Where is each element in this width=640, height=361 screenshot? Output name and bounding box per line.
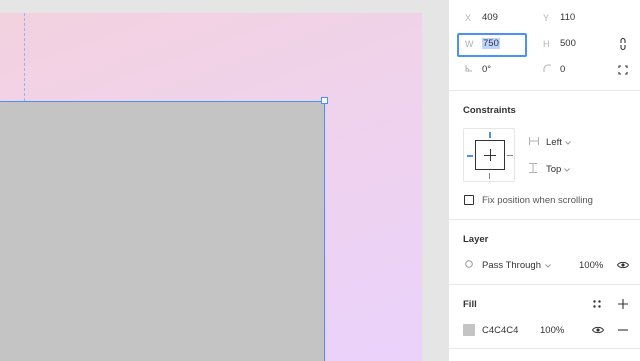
design-canvas[interactable] [0,0,448,361]
h-label: H [543,38,550,49]
width-field[interactable]: W 750 [465,38,500,49]
remove-fill-icon[interactable] [615,322,631,338]
w-label: W [465,38,474,49]
fill-color-hex[interactable]: C4C4C4 [482,325,518,336]
fix-position-checkbox[interactable] [464,195,474,205]
y-value[interactable]: 110 [560,12,575,23]
blend-mode-value[interactable]: Pass Through [482,260,541,271]
fill-opacity-value[interactable]: 100% [540,325,564,336]
fix-position-row[interactable]: Fix position when scrolling [482,195,593,206]
width-value[interactable]: 750 [482,38,500,49]
blend-mode-icon [465,260,482,271]
divider [449,219,640,220]
divider [449,90,640,91]
rotation-field[interactable]: 0° [465,64,491,75]
resize-handle-top-right[interactable] [321,97,328,104]
layer-opacity-value[interactable]: 100% [579,260,603,271]
constraints-widget[interactable] [463,128,515,182]
divider [449,284,640,285]
fill-color-swatch[interactable] [463,324,475,336]
constraint-right-indicator[interactable] [507,155,513,156]
vertical-guide [24,13,25,101]
x-label: X [465,12,472,23]
fix-position-label: Fix position when scrolling [482,195,593,206]
constraint-left-indicator[interactable] [467,155,473,157]
fill-color-field[interactable]: C4C4C4 [482,325,518,336]
horizontal-constraint-value[interactable]: Left [546,137,562,148]
constraints-title: Constraints [463,105,516,116]
vertical-constraint-icon [529,163,546,176]
layer-title: Layer [463,234,489,245]
rotation-value[interactable]: 0° [482,64,491,75]
constrain-proportions-icon[interactable] [615,36,631,52]
selected-rectangle[interactable] [0,101,325,361]
eye-icon[interactable] [590,322,606,338]
constraint-bottom-indicator[interactable] [489,173,490,179]
chevron-down-icon [565,137,571,148]
plus-vertical [490,149,491,161]
add-fill-icon[interactable] [615,296,631,312]
constraint-inner-box [475,140,505,170]
divider [449,348,640,349]
y-field[interactable]: Y 110 [543,12,575,23]
horizontal-constraint-icon [529,137,546,148]
x-value[interactable]: 409 [482,12,498,23]
constraint-top-indicator[interactable] [489,132,491,138]
rotation-icon [465,64,482,75]
x-field[interactable]: X 409 [465,12,498,23]
corner-radius-field[interactable]: 0 [543,64,565,75]
corner-radius-value[interactable]: 0 [560,64,565,75]
horizontal-constraint-dropdown[interactable]: Left [529,137,571,148]
chevron-down-icon [545,260,551,271]
vertical-constraint-value[interactable]: Top [546,164,561,175]
layer-opacity[interactable]: 100% [579,260,603,271]
eye-icon[interactable] [615,257,631,273]
vertical-constraint-dropdown[interactable]: Top [529,163,571,176]
fill-title: Fill [463,299,477,310]
properties-panel: X 409 Y 110 W 750 H 500 0° 0 Constraints [448,0,640,361]
height-field[interactable]: H 500 [543,38,576,49]
height-value[interactable]: 500 [560,38,576,49]
fill-opacity-field[interactable]: 100% [540,325,564,336]
styles-grid-icon[interactable] [589,296,605,312]
blend-mode-dropdown[interactable]: Pass Through [465,260,551,271]
corner-radius-icon [543,64,560,75]
independent-corners-icon[interactable] [615,62,631,78]
y-label: Y [543,12,550,23]
chevron-down-icon [564,164,571,175]
